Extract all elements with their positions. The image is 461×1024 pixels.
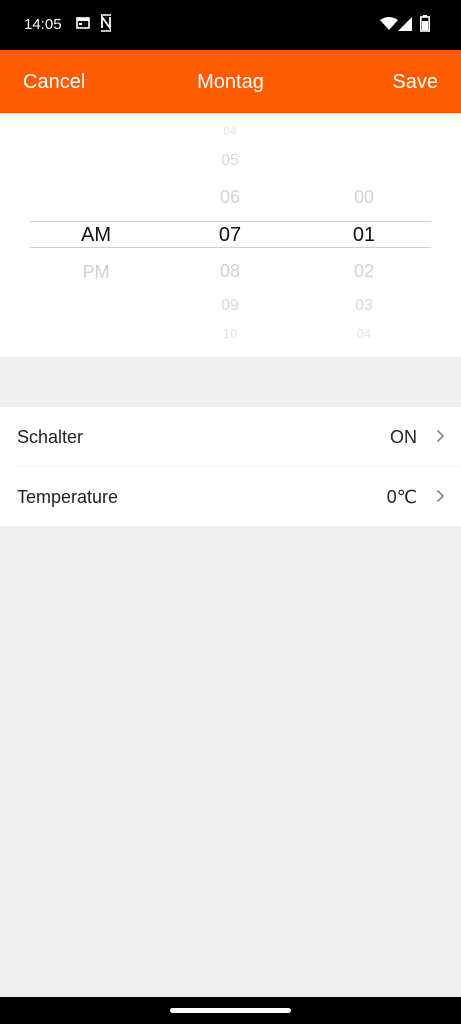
minute-option[interactable]: 02	[324, 262, 404, 280]
settings-row-schalter[interactable]: Schalter ON	[0, 407, 461, 467]
header-bar: Cancel Montag Save	[0, 50, 461, 113]
hour-option[interactable]: 10	[190, 327, 270, 340]
hour-option[interactable]: 04	[190, 125, 270, 137]
ampm-option-am[interactable]: AM	[56, 225, 136, 245]
minute-option[interactable]: 03	[324, 298, 404, 314]
hour-option[interactable]: 08	[190, 262, 270, 280]
hour-option-selected[interactable]: 07	[190, 225, 270, 245]
hour-option[interactable]: 06	[190, 188, 270, 206]
cell-signal-icon	[398, 17, 412, 36]
status-time: 14:05	[24, 16, 62, 33]
settings-row-value: ON	[390, 427, 417, 447]
chevron-right-icon	[436, 489, 445, 508]
system-nav-bar	[0, 997, 461, 1024]
notification-n-icon	[100, 14, 112, 37]
settings-list: Schalter ON Temperature 0℃	[0, 407, 461, 526]
status-bar: 14:05	[0, 0, 461, 50]
minute-option[interactable]: 00	[324, 188, 404, 206]
minute-option-selected[interactable]: 01	[324, 225, 404, 245]
settings-row-label: Temperature	[17, 487, 119, 507]
chevron-right-icon	[436, 429, 445, 448]
selection-line-top	[30, 221, 431, 222]
settings-row-temperature[interactable]: Temperature 0℃	[0, 467, 461, 526]
battery-icon	[420, 15, 430, 37]
home-indicator[interactable]	[170, 1008, 291, 1013]
calendar-icon	[76, 16, 90, 35]
wifi-icon	[380, 17, 398, 36]
settings-row-label: Schalter	[17, 427, 84, 447]
hour-option[interactable]: 09	[190, 298, 270, 314]
minute-option[interactable]: 04	[324, 327, 404, 340]
settings-row-value: 0℃	[386, 487, 417, 507]
section-gap	[0, 357, 461, 407]
hour-option[interactable]: 05	[190, 153, 270, 169]
save-button[interactable]: Save	[392, 71, 438, 94]
selection-line-bottom	[30, 247, 431, 248]
ampm-option-pm[interactable]: PM	[56, 263, 136, 281]
time-picker: AM PM 04 05 06 07 08 09 10 00 01 02 03 0…	[0, 113, 461, 357]
